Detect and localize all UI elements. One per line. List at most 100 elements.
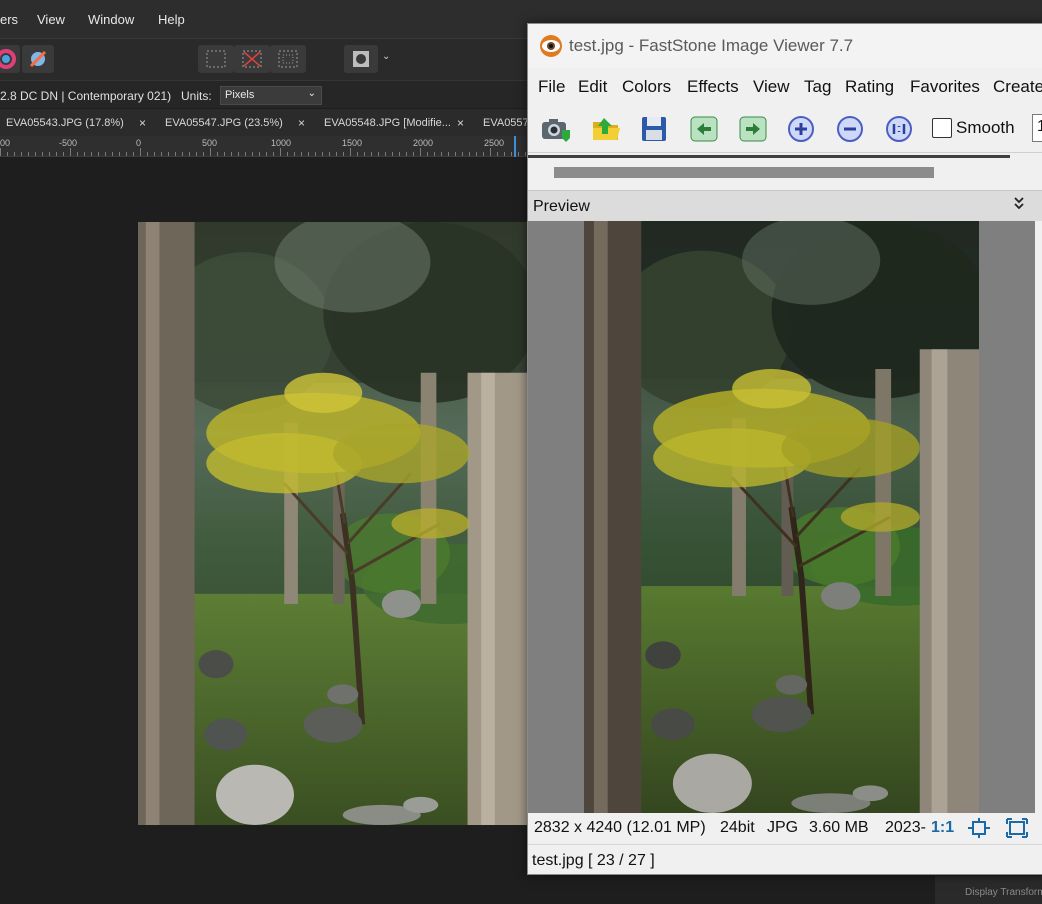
menu-tag[interactable]: Tag: [804, 77, 831, 97]
tab-eva05547[interactable]: EVA05547.JPG (23.5%) ×: [165, 109, 315, 136]
zoom-field[interactable]: 1: [1032, 114, 1042, 142]
menu-file[interactable]: File: [538, 77, 565, 97]
menu-edit[interactable]: Edit: [578, 77, 607, 97]
ruler-tick: [35, 152, 36, 156]
mask-dropdown-icon[interactable]: ⌄: [382, 51, 390, 62]
menu-rating[interactable]: Rating: [845, 77, 894, 97]
zoom-in-icon[interactable]: [785, 114, 817, 144]
ruler-tick: [63, 152, 64, 156]
invert-selection-button[interactable]: [270, 45, 306, 73]
menu-view[interactable]: View: [753, 77, 790, 97]
deselect-button[interactable]: [234, 45, 270, 73]
fit-window-icon[interactable]: [968, 818, 990, 843]
color-wheel-icon: [0, 49, 16, 69]
ruler-tick: [105, 152, 106, 156]
units-select[interactable]: Pixels ⌄: [220, 86, 322, 105]
ruler-tick: [147, 152, 148, 156]
thumbnail-scrollbar[interactable]: [554, 167, 934, 178]
menu-window[interactable]: Window: [88, 12, 134, 27]
editor-document-image[interactable]: [138, 222, 528, 825]
ruler-tick: [357, 152, 358, 156]
forest-photo: [138, 222, 528, 825]
tab-label: EVA05543.JPG (17.8%): [6, 117, 124, 129]
ruler-tick: [273, 152, 274, 156]
ruler-label: 1500: [342, 138, 363, 148]
menu-colors[interactable]: Colors: [622, 77, 671, 97]
ruler-tick: [350, 148, 351, 156]
ruler-tick: [7, 152, 8, 156]
ruler-tick: [406, 152, 407, 156]
tab-eva05548[interactable]: EVA05548.JPG [Modifie... ×: [324, 109, 474, 136]
mask-icon: [353, 51, 369, 67]
ruler-tick: [77, 152, 78, 156]
preview-image[interactable]: [584, 221, 979, 813]
file-size: 3.60 MB: [809, 819, 869, 836]
color-wheel-button[interactable]: [0, 45, 20, 73]
marquee-button[interactable]: [198, 45, 234, 73]
ruler-tick: [49, 152, 50, 156]
preview-pane[interactable]: [528, 221, 1035, 813]
image-dimensions: 2832 x 4240 (12.01 MP): [534, 819, 706, 836]
save-disk-icon[interactable]: [638, 114, 670, 144]
ruler-tick: [392, 152, 393, 156]
display-transform-panel[interactable]: Display Transform: [935, 876, 1042, 904]
units-label: Units:: [181, 89, 212, 103]
ruler-tick: [315, 152, 316, 156]
ruler-label: 00: [0, 138, 11, 148]
ruler-tick: [154, 152, 155, 156]
collapse-preview-icon[interactable]: [1012, 194, 1026, 217]
ruler-tick: [329, 152, 330, 156]
ruler-tick: [203, 152, 204, 156]
tab-label: EVA0557: [483, 117, 529, 129]
ruler-tick: [259, 152, 260, 156]
smooth-checkbox[interactable]: [932, 118, 952, 138]
thumbnail-strip: [528, 152, 1042, 188]
menu-view[interactable]: View: [37, 12, 65, 27]
close-icon[interactable]: ×: [298, 116, 305, 130]
close-icon[interactable]: ×: [457, 116, 464, 130]
tab-label: EVA05547.JPG (23.5%): [165, 117, 283, 129]
menu-effects[interactable]: Effects: [687, 77, 739, 97]
prev-arrow-icon[interactable]: [688, 114, 720, 144]
ruler-tick: [420, 148, 421, 156]
ruler-label: 2500: [484, 138, 505, 148]
ruler-tick: [238, 152, 239, 156]
ruler-tick: [175, 152, 176, 156]
menu-layers[interactable]: ers: [0, 12, 18, 27]
file-date: 2023-: [885, 819, 926, 836]
zoom-out-icon[interactable]: [834, 114, 866, 144]
menu-favorites[interactable]: Favorites: [910, 77, 980, 97]
open-folder-icon[interactable]: [590, 114, 622, 144]
ruler-tick: [28, 152, 29, 156]
next-arrow-icon[interactable]: [737, 114, 769, 144]
divider: [528, 155, 1010, 158]
ruler-tick: [126, 152, 127, 156]
ruler-tick: [266, 152, 267, 156]
tone-button[interactable]: [22, 45, 54, 73]
ruler-tick: [518, 152, 519, 156]
ruler-tick: [231, 152, 232, 156]
tab-eva05543[interactable]: EVA05543.JPG (17.8%) ×: [6, 109, 156, 136]
ruler-label: 0: [136, 138, 142, 148]
ruler-tick: [469, 152, 470, 156]
ruler-tick: [112, 152, 113, 156]
ruler-tick: [210, 148, 211, 156]
ruler-tick: [168, 152, 169, 156]
ruler-tick: [252, 152, 253, 156]
ruler-tick: [308, 152, 309, 156]
smooth-label[interactable]: Smooth: [956, 118, 1015, 138]
status-bar: 2832 x 4240 (12.01 MP) 24bit JPG 3.60 MB…: [528, 813, 1042, 844]
mask-button[interactable]: [344, 45, 378, 73]
ruler-tick: [434, 152, 435, 156]
fullscreen-icon[interactable]: [1006, 818, 1028, 843]
menu-help[interactable]: Help: [158, 12, 185, 27]
forest-photo: [584, 221, 979, 813]
camera-import-icon[interactable]: [540, 114, 572, 144]
actual-size-icon[interactable]: [883, 114, 915, 144]
actual-size-button[interactable]: 1:1: [931, 819, 954, 837]
ruler-tick: [483, 152, 484, 156]
ruler-tick: [399, 152, 400, 156]
menu-create[interactable]: Create: [993, 77, 1042, 97]
close-icon[interactable]: ×: [139, 116, 146, 130]
ruler-tick: [448, 152, 449, 156]
